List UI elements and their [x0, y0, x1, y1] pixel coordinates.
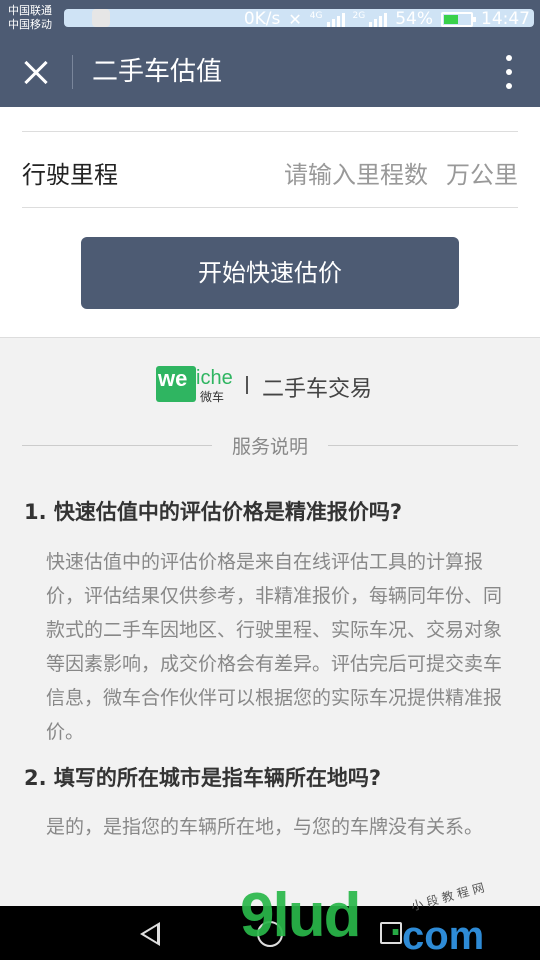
title-divider — [72, 55, 73, 89]
recent-apps-icon[interactable] — [380, 922, 402, 944]
faq-answer: 是的，是指您的车辆所在地，与您的车牌没有关系。 — [46, 816, 484, 838]
logo-we: we — [158, 366, 188, 391]
signal-4g-icon: 4G — [310, 11, 345, 27]
more-menu-icon[interactable] — [504, 55, 514, 89]
service-title: 服务说明 — [231, 436, 308, 458]
image-notification-icon — [92, 9, 110, 27]
faq-answer: 快速估值中的评估价格是来自在线评估工具的计算报价，评估结果仅供参考，非精准报价，… — [46, 551, 503, 743]
mileage-unit: 万公里 — [446, 161, 518, 189]
navigation-bar — [0, 906, 540, 960]
home-icon[interactable] — [257, 921, 283, 947]
battery-percent: 54% — [395, 9, 433, 29]
weiche-logo: we iche 微车 — [156, 366, 234, 404]
brand-divider — [246, 376, 248, 394]
network-speed: 0K/s — [243, 9, 281, 29]
mileage-label: 行驶里程 — [22, 161, 118, 189]
back-icon[interactable] — [140, 922, 160, 946]
start-valuation-button[interactable]: 开始快速估价 — [81, 237, 459, 309]
status-indicators: 0K/s ✕ 4G 2G 54% 14:47 — [244, 6, 530, 32]
divider — [22, 207, 518, 208]
signal-2g-icon: 2G — [353, 11, 388, 27]
valuation-form: 行驶里程 请输入里程数 万公里 开始快速估价 — [0, 107, 540, 338]
carrier-1: 中国联通 — [8, 4, 52, 17]
brand-text: 二手车交易 — [262, 377, 373, 402]
logo-che: iche — [196, 367, 233, 389]
carrier-2: 中国移动 — [8, 18, 52, 31]
mute-icon: ✕ — [288, 9, 302, 29]
mileage-input[interactable]: 请输入里程数 — [284, 155, 428, 190]
page-title: 二手车估值 — [92, 57, 223, 87]
title-bar: 二手车估值 — [0, 37, 540, 107]
status-bar: 中国联通 中国移动 0K/s ✕ 4G 2G 54% 14:47 — [0, 0, 540, 37]
divider — [22, 131, 518, 132]
battery-icon — [441, 11, 476, 27]
faq-question: 2. 填写的所在城市是指车辆所在地吗? — [24, 766, 382, 790]
clock: 14:47 — [481, 9, 530, 29]
faq-question: 1. 快速估值中的评估价格是精准报价吗? — [24, 500, 403, 524]
carrier-info: 中国联通 中国移动 — [8, 4, 52, 32]
logo-sub: 微车 — [200, 390, 225, 404]
close-icon[interactable] — [18, 55, 54, 91]
service-header: 服务说明 — [22, 432, 518, 458]
